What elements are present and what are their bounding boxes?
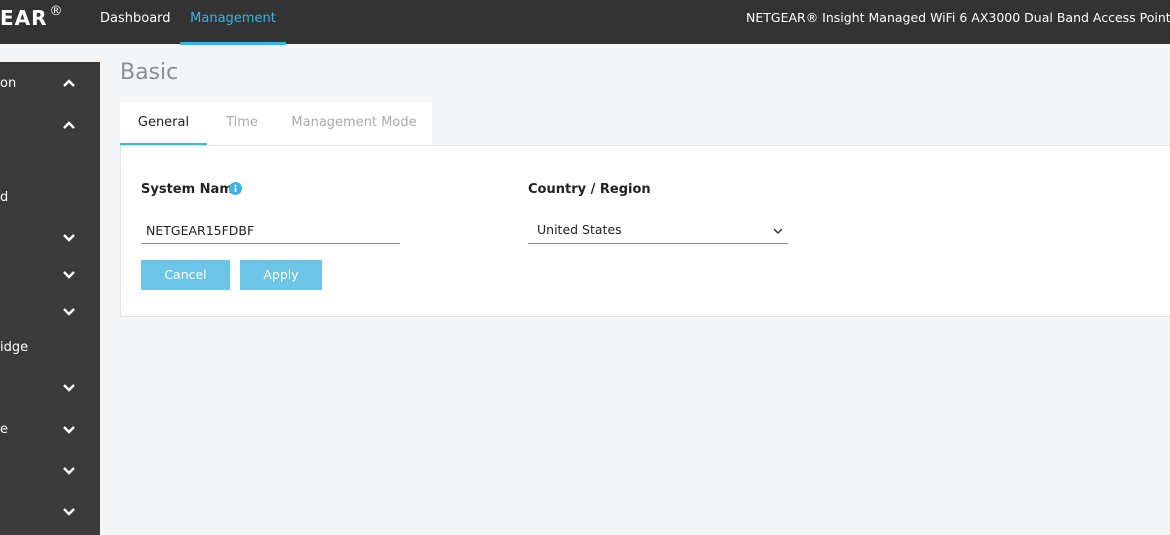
nav-tab-dashboard[interactable]: Dashboard <box>100 0 171 42</box>
chevron-down-icon <box>62 230 76 244</box>
tab-time[interactable]: Time <box>215 102 269 144</box>
chevron-down-icon <box>62 267 76 281</box>
sidebar: on d idge e <box>0 62 100 535</box>
system-name-label: System Name <box>141 182 242 197</box>
sidebar-item-7[interactable]: idge <box>0 330 100 366</box>
tab-management-mode[interactable]: Management Mode <box>288 102 420 144</box>
sidebar-item-label: d <box>0 190 9 205</box>
sidebar-item-1[interactable]: on <box>0 66 100 102</box>
sidebar-item-label: on <box>0 76 17 91</box>
sidebar-item-6[interactable] <box>0 294 100 330</box>
sidebar-item-8[interactable] <box>0 370 100 406</box>
sidebar-item-10[interactable] <box>0 453 100 489</box>
country-region-label: Country / Region <box>528 182 651 197</box>
nav-tab-management[interactable]: Management <box>180 0 286 45</box>
chevron-down-icon <box>62 463 76 477</box>
tab-general[interactable]: General <box>120 102 207 145</box>
chevron-down-icon <box>62 504 76 518</box>
chevron-up-icon <box>62 76 76 90</box>
sidebar-item-3[interactable]: d <box>0 180 100 216</box>
registered-mark: ® <box>49 4 64 20</box>
sidebar-item-label: e <box>0 422 8 437</box>
top-bar: EAR ® Dashboard Management NETGEAR® Insig… <box>0 0 1170 45</box>
sidebar-item-4[interactable] <box>0 220 100 256</box>
sidebar-item-5[interactable] <box>0 257 100 293</box>
netgear-logo[interactable]: EAR ® <box>0 4 64 30</box>
chevron-down-icon <box>62 422 76 436</box>
sidebar-item-2[interactable] <box>0 108 100 144</box>
tab-bar: General Time Management Mode <box>120 102 432 145</box>
chevron-down-icon <box>62 304 76 318</box>
sidebar-item-11[interactable] <box>0 494 100 530</box>
page-title: Basic <box>120 60 179 85</box>
system-name-input[interactable] <box>141 217 400 244</box>
apply-button[interactable]: Apply <box>240 260 322 290</box>
country-region-select[interactable]: United States <box>528 217 788 244</box>
country-region-value: United States <box>537 222 622 237</box>
sidebar-item-label: idge <box>0 340 29 355</box>
sidebar-item-9[interactable]: e <box>0 412 100 448</box>
logo-text: EAR <box>0 6 48 30</box>
device-title: NETGEAR® Insight Managed WiFi 6 AX3000 D… <box>746 10 1170 25</box>
chevron-down-icon <box>62 380 76 394</box>
chevron-down-icon <box>772 224 784 236</box>
cancel-button[interactable]: Cancel <box>141 260 230 290</box>
chevron-up-icon <box>62 118 76 132</box>
info-icon[interactable] <box>229 182 242 195</box>
